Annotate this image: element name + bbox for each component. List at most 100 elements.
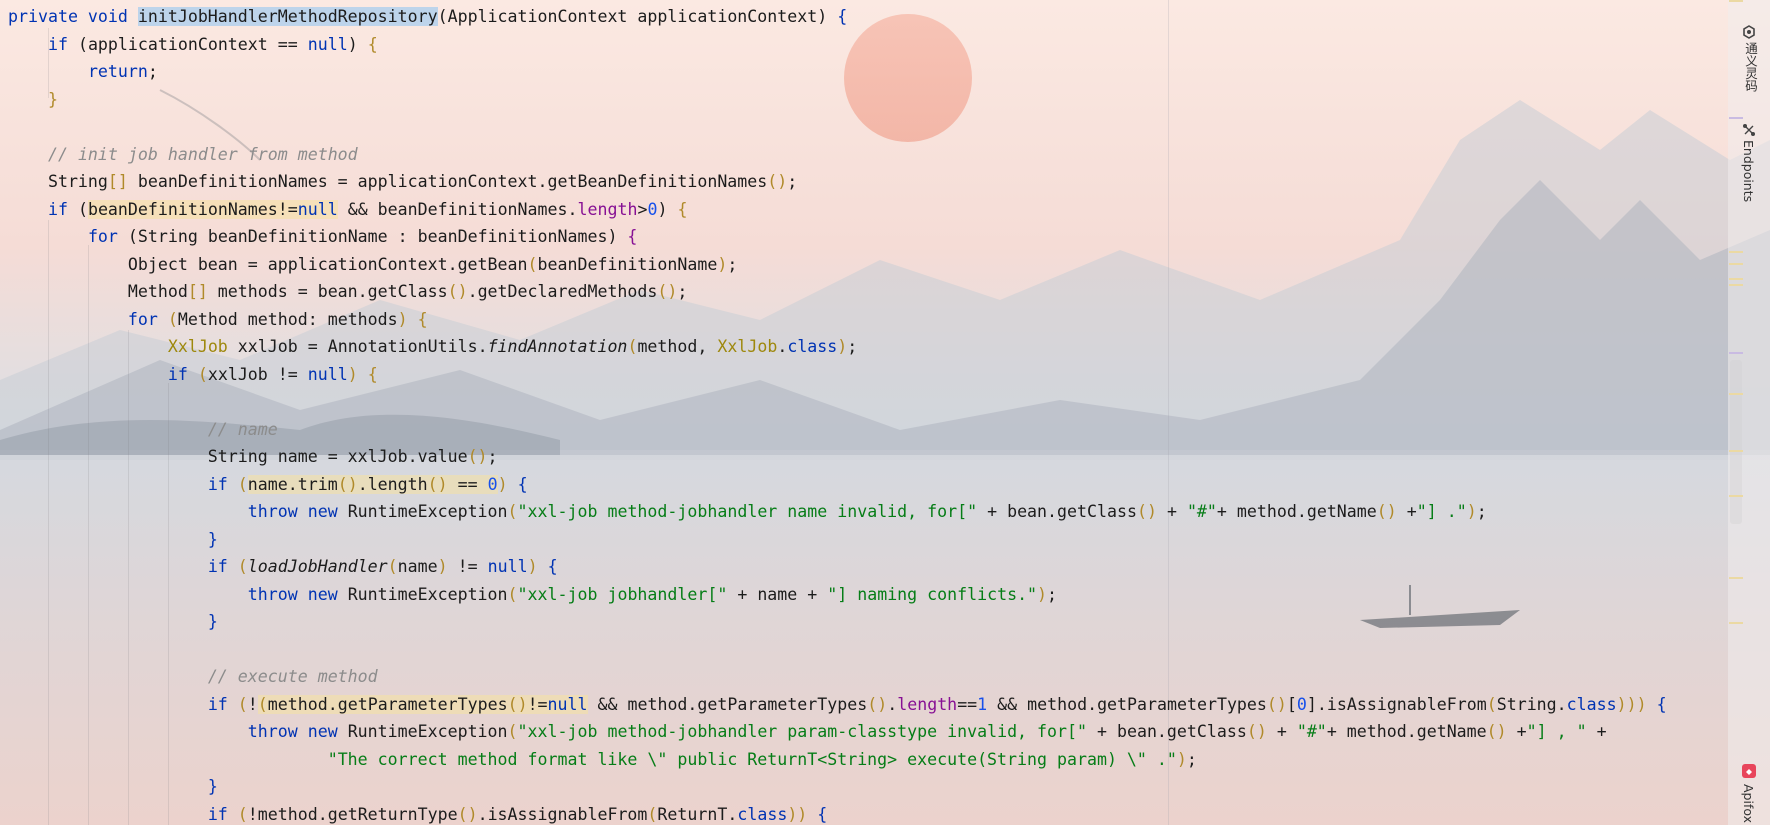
code-line[interactable]: } [8, 773, 218, 801]
code-line[interactable]: // execute method [8, 663, 378, 691]
code-line[interactable]: throw new RuntimeException("xxl-job meth… [8, 498, 1487, 526]
code-token: ) [817, 7, 838, 26]
code-token: ; [787, 172, 798, 191]
code-token: + name + [727, 584, 828, 604]
code-token: String [8, 172, 108, 191]
endpoints-icon [1742, 122, 1756, 136]
code-token: beanDefinitionName [537, 254, 718, 274]
code-token: ; [1047, 584, 1058, 604]
code-token: name.trim [247, 474, 338, 494]
code-token: ; [727, 254, 738, 274]
apifox-tool-button[interactable]: Apifox [1728, 762, 1770, 825]
code-line[interactable]: return; [8, 58, 158, 86]
code-line[interactable]: // name [8, 416, 278, 444]
code-token: if [47, 199, 78, 219]
code-line[interactable]: if (name.trim().length() == 0) { [8, 471, 528, 499]
code-line[interactable]: Object bean = applicationContext.getBean… [8, 251, 737, 279]
code-token: && method.getParameterTypes [987, 694, 1267, 714]
tongyi-lingma-label: 通义灵码 [1743, 42, 1758, 92]
code-line[interactable]: throw new RuntimeException("xxl-job jobh… [8, 581, 1057, 609]
code-token: ( [237, 474, 248, 494]
code-line[interactable]: if (loadJobHandler(name) != null) { [8, 553, 558, 581]
code-token: + method.getName [1216, 502, 1377, 521]
code-line[interactable]: if (beanDefinitionNames!=null && beanDef… [8, 196, 687, 224]
code-token: class [737, 804, 788, 824]
code-token: () [657, 282, 678, 301]
code-token: if [207, 474, 238, 494]
code-line[interactable]: "The correct method format like \" publi… [8, 746, 1197, 774]
code-token: ( [237, 557, 248, 576]
code-token: RuntimeException [347, 502, 508, 521]
code-token: () [457, 804, 478, 824]
code-token: { [367, 34, 378, 54]
code-token: ( [437, 7, 448, 26]
code-token: "xxl-job method-jobhandler name invalid,… [517, 502, 978, 521]
code-token: null [297, 199, 338, 219]
code-token: [] [107, 172, 128, 191]
endpoints-tool-button[interactable]: Endpoints [1728, 120, 1770, 215]
code-token: beanDefinitionNames = applicationContext… [127, 172, 768, 191]
code-line[interactable]: for (Method method: methods) { [8, 306, 428, 334]
code-token: RuntimeException [347, 584, 508, 604]
code-line[interactable]: Method[] methods = bean.getClass().getDe… [8, 278, 688, 306]
code-token: ( [77, 199, 88, 219]
code-token: ].isAssignableFrom [1306, 694, 1487, 714]
code-line[interactable]: } [8, 86, 58, 114]
code-line[interactable]: if (!method.getReturnType().isAssignable… [8, 801, 827, 829]
code-token: // execute method [207, 667, 378, 686]
code-token: () [427, 474, 448, 494]
code-token: )) [787, 804, 808, 824]
code-token: == [957, 694, 978, 714]
code-token: if [207, 557, 238, 576]
code-token: method, [637, 337, 718, 356]
code-token: name [397, 557, 438, 576]
code-editor[interactable]: private void initJobHandlerMethodReposit… [0, 0, 1728, 825]
code-line[interactable]: if (xxlJob != null) { [8, 361, 378, 389]
code-line[interactable]: if (applicationContext == null) { [8, 31, 378, 59]
code-line[interactable]: throw new RuntimeException("xxl-job meth… [8, 718, 1607, 746]
code-line[interactable]: private void initJobHandlerMethodReposit… [8, 3, 847, 31]
code-token: ) [837, 337, 848, 356]
code-line[interactable]: if (!(method.getParameterTypes()!=null &… [8, 691, 1667, 719]
code-token: ( [507, 584, 518, 604]
code-line[interactable]: String name = xxlJob.value(); [8, 443, 498, 471]
code-token: ; [847, 337, 858, 356]
code-token: null [487, 557, 528, 576]
code-line[interactable]: } [8, 608, 218, 636]
code-token: + [1396, 502, 1417, 521]
code-token: } [207, 777, 218, 796]
code-token: { [817, 804, 828, 824]
code-line[interactable]: } [8, 526, 218, 554]
code-token: throw new [247, 502, 348, 521]
code-token: if [207, 804, 238, 824]
code-token: { [1656, 694, 1667, 714]
code-token: ) [527, 557, 538, 576]
code-token: "] , " [1526, 722, 1587, 741]
code-line[interactable]: String[] beanDefinitionNames = applicati… [8, 168, 797, 196]
code-token: { [627, 227, 638, 246]
code-token: .length [357, 474, 428, 494]
code-token: ( [167, 309, 178, 329]
code-token: Method [8, 282, 188, 301]
code-token: null [307, 34, 348, 54]
code-line[interactable]: XxlJob xxlJob = AnnotationUtils.findAnno… [8, 333, 857, 361]
code-token: ( [387, 557, 398, 576]
code-token: return [87, 62, 148, 81]
tongyi-lingma-tool-button[interactable]: 通义灵码 [1728, 20, 1770, 110]
code-token: != [527, 694, 548, 714]
code-line[interactable]: for (String beanDefinitionName : beanDef… [8, 223, 637, 251]
code-token: ; [487, 447, 498, 466]
code-token: ) [1037, 584, 1048, 604]
code-token: ) { [397, 309, 428, 329]
code-token: throw new [247, 584, 348, 604]
code-line[interactable]: // init job handler from method [8, 141, 358, 169]
